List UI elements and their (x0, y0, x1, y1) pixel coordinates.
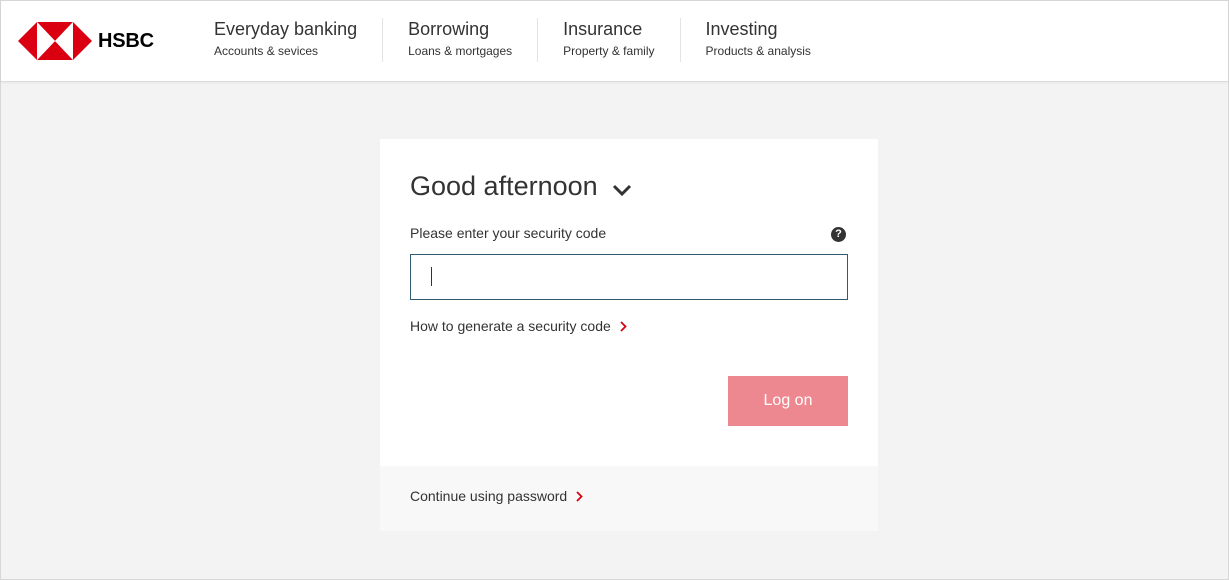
login-card: Good afternoon Please enter your securit… (380, 139, 878, 531)
nav-item-subtitle: Products & analysis (705, 44, 811, 58)
greeting-text: Good afternoon (410, 171, 598, 201)
generate-code-link-label: How to generate a security code (410, 318, 611, 334)
help-icon[interactable]: ? (831, 227, 846, 242)
nav-item-subtitle: Loans & mortgages (408, 44, 513, 58)
hsbc-logo[interactable]: HSBC (18, 21, 154, 61)
nav-item-title: Everyday banking (214, 19, 358, 39)
log-on-button[interactable]: Log on (728, 376, 848, 426)
nav-item-title: Borrowing (408, 19, 490, 39)
nav-item-subtitle: Accounts & sevices (214, 44, 319, 58)
nav-item-subtitle: Property & family (563, 44, 655, 58)
chevron-down-icon (612, 184, 631, 196)
main-navigation: Everyday banking Accounts & sevices Borr… (189, 18, 836, 63)
continue-password-link-label: Continue using password (410, 488, 568, 504)
nav-item-everyday-banking[interactable]: Everyday banking Accounts & sevices (189, 18, 384, 62)
nav-item-title: Insurance (563, 19, 643, 39)
nav-item-investing[interactable]: Investing Products & analysis (681, 18, 836, 62)
text-cursor (431, 267, 432, 286)
security-code-label: Please enter your security code (410, 225, 607, 241)
chevron-right-icon (576, 490, 583, 502)
nav-item-borrowing[interactable]: Borrowing Loans & mortgages (383, 18, 539, 62)
continue-password-link[interactable]: Continue using password (410, 488, 583, 504)
greeting-dropdown[interactable]: Good afternoon (410, 171, 632, 202)
site-header: HSBC Everyday banking Accounts & sevices… (1, 1, 1228, 82)
card-footer: Continue using password (380, 466, 878, 531)
nav-item-title: Investing (705, 19, 778, 39)
brand-name: HSBC (98, 29, 154, 52)
chevron-right-icon (620, 320, 627, 332)
nav-item-insurance[interactable]: Insurance Property & family (538, 18, 681, 62)
security-code-input[interactable] (410, 254, 848, 300)
generate-code-link[interactable]: How to generate a security code (410, 318, 627, 334)
hexagon-logo-icon (18, 22, 92, 60)
